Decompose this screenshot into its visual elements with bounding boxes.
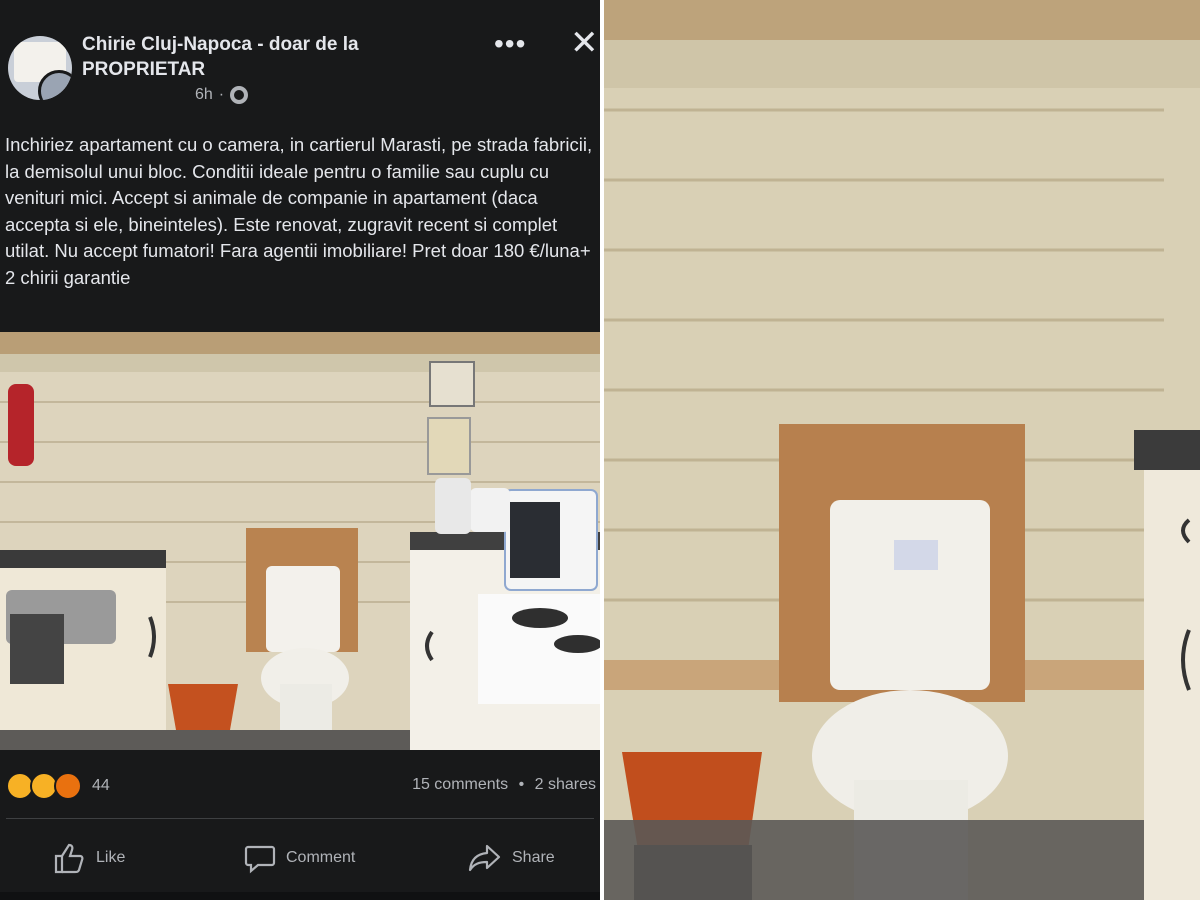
- zoomed-photo: [604, 0, 1200, 900]
- like-label: Like: [96, 849, 126, 866]
- post-text: Inchiriez apartament cu o camera, in car…: [5, 134, 593, 288]
- divider: [6, 818, 594, 819]
- share-icon: [468, 844, 501, 872]
- close-button[interactable]: ✕: [570, 26, 599, 60]
- post-time[interactable]: 6h: [195, 86, 213, 104]
- bottom-bar: [0, 892, 600, 900]
- like-button[interactable]: Like: [52, 836, 125, 880]
- globe-icon: [230, 86, 249, 104]
- post-photo[interactable]: [0, 332, 600, 750]
- share-button[interactable]: Share: [468, 836, 555, 880]
- reactions-summary[interactable]: 44: [6, 772, 110, 800]
- facebook-post: Chirie Cluj-Napoca - doar de la PROPRIET…: [0, 0, 600, 900]
- stats-separator: •: [518, 776, 525, 793]
- meta-separator: ·: [218, 86, 225, 103]
- reaction-count: 44: [92, 777, 110, 794]
- post-meta: 6h ·: [195, 86, 249, 104]
- group-avatar[interactable]: [8, 36, 72, 100]
- shares-count[interactable]: 2 shares: [535, 776, 596, 793]
- comments-count[interactable]: 15 comments: [412, 776, 508, 793]
- post-actions: Like Comment Share: [0, 836, 600, 880]
- comment-icon: [244, 845, 276, 874]
- post-stats: 15 comments • 2 shares: [412, 776, 596, 794]
- comment-label: Comment: [286, 849, 356, 866]
- angry-icon: [54, 772, 82, 800]
- share-label: Share: [512, 849, 555, 866]
- like-icon: [54, 843, 84, 874]
- group-name-link[interactable]: Chirie Cluj-Napoca - doar de la PROPRIET…: [82, 32, 482, 82]
- more-options-button[interactable]: •••: [494, 28, 526, 60]
- comment-button[interactable]: Comment: [244, 836, 355, 880]
